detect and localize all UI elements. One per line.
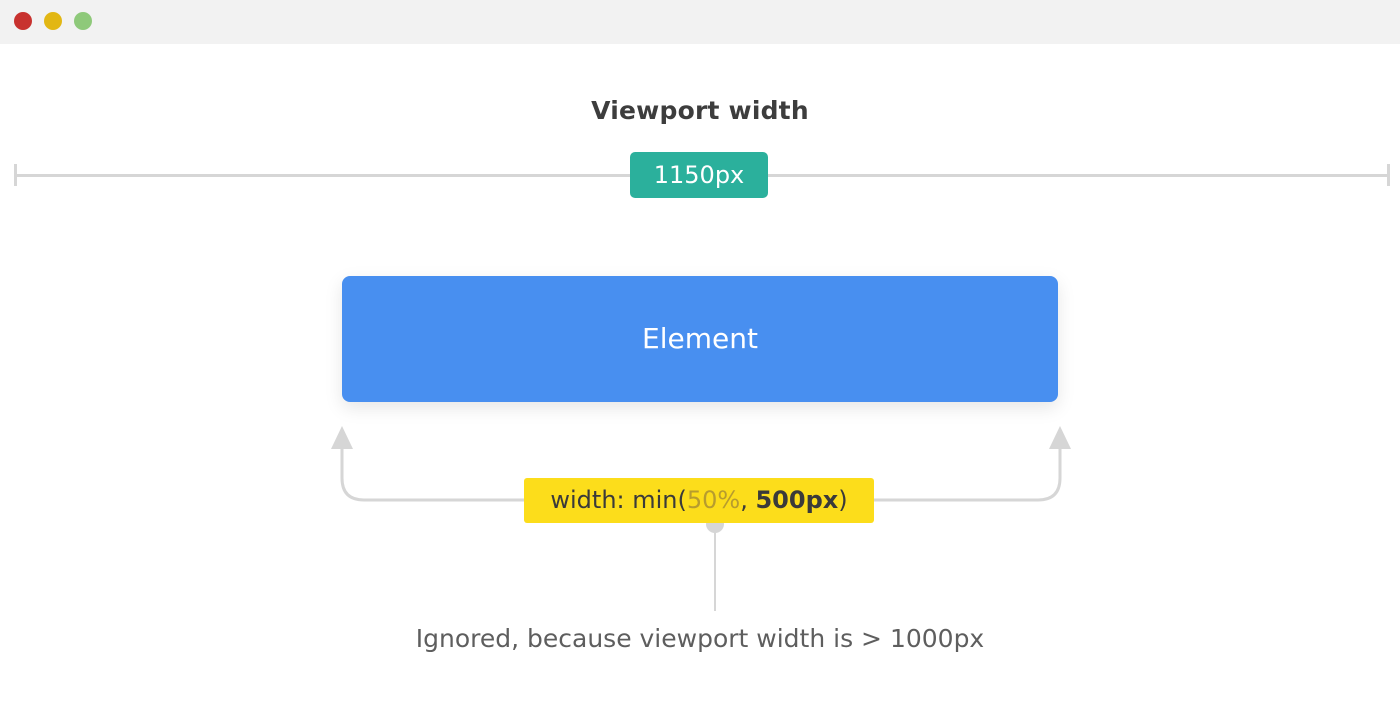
code-suffix: ) [838, 486, 848, 514]
code-percent-value: 50% [686, 486, 741, 514]
left-connector-line [340, 444, 524, 502]
left-arrow-head-icon [331, 426, 353, 449]
code-pixel-value: 500px [755, 486, 839, 514]
code-prefix: width: min( [550, 486, 687, 514]
right-connector-line [874, 444, 1062, 502]
width-connectors [331, 426, 1071, 611]
right-arrow-head-icon [1049, 426, 1071, 449]
ignored-note: Ignored, because viewport width is > 100… [415, 624, 985, 653]
css-width-code-badge: width: min(50%, 500px) [524, 478, 874, 523]
code-separator: , [740, 486, 756, 514]
browser-window: Viewport width 1150px Element width: min… [0, 0, 1400, 708]
